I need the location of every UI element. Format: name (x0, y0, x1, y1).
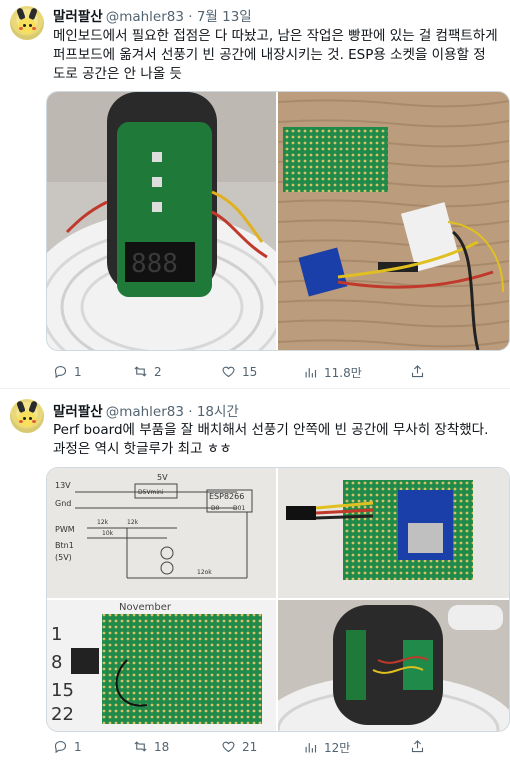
schematic-label-3: Btn1 (55, 541, 74, 550)
schematic-label-7: ESP8266 (209, 492, 244, 501)
calendar-number-1: 8 (51, 652, 62, 673)
schematic-drawing: 13V Gnd PWM Btn1 (5V) 5V D5Vmini ESP8266… (55, 473, 253, 579)
handle-and-time[interactable]: @mahler83 · 18시간 (106, 404, 239, 420)
like-count: 15 (242, 364, 258, 379)
photo-perfboard-esp-image (278, 468, 509, 598)
photo-breadboard-image (278, 92, 509, 350)
calendar-number-0: 1 (51, 624, 62, 645)
schematic-label-2: PWM (55, 525, 75, 534)
share-button[interactable] (410, 739, 425, 754)
tweet-text: Perf board에 부품을 잘 배치해서 선풍기 안쪽에 빈 공간에 무사히… (53, 422, 489, 457)
views-button[interactable]: 11.8만 (303, 364, 362, 381)
calendar-month: November (119, 602, 172, 613)
retweet-count: 2 (154, 364, 162, 379)
schematic-label-0: 13V (55, 481, 71, 490)
photo-breadboard[interactable] (278, 92, 509, 350)
photo-fan-mainboard[interactable]: 888 (47, 92, 276, 350)
schematic-label-13: 12ok (197, 569, 212, 576)
tweet-text: 메인보드에서 필요한 접점은 다 따놨고, 남은 작업은 빵판에 있는 걸 컴팩… (53, 28, 498, 82)
handle-and-time[interactable]: @mahler83 · 7월 13일 (106, 9, 252, 25)
photo-fan-mainboard-image: 888 (47, 92, 276, 350)
photo-installed-fan[interactable] (278, 600, 509, 731)
like-count: 21 (242, 739, 258, 754)
tweet-1[interactable]: 말러팔산 @mahler83 · 7월 13일 메인보드에서 필요한 접점은 다 … (0, 0, 510, 388)
display-name[interactable]: 말러팔산 (53, 9, 103, 25)
calendar-number-3: 22 (51, 704, 74, 725)
views-icon (305, 368, 317, 378)
like-button[interactable]: 15 (221, 364, 257, 379)
calendar-number-2: 15 (51, 680, 74, 701)
avatar[interactable] (10, 6, 44, 40)
views-button[interactable]: 12만 (303, 739, 350, 756)
media-grid[interactable]: 13V Gnd PWM Btn1 (5V) 5V D5Vmini ESP8266… (46, 467, 510, 732)
reply-count: 1 (74, 364, 82, 379)
schematic-label-5: 5V (157, 473, 168, 482)
schematic-label-11: 12k (127, 519, 139, 526)
schematic-label-10: 12k (97, 519, 109, 526)
tweet-actions: 1 2 15 11.8만 (53, 364, 493, 384)
like-button[interactable]: 21 (221, 739, 257, 754)
retweet-button[interactable]: 18 (133, 739, 169, 754)
views-count: 12만 (324, 741, 351, 755)
schematic-label-9: D01 (233, 505, 245, 512)
like-icon (222, 366, 235, 378)
tweet-2[interactable]: 말러팔산 @mahler83 · 18시간 Perf board에 부품을 잘 배… (0, 389, 510, 776)
schematic-label-6: D5Vmini (138, 489, 164, 496)
photo-perfboard-calendar[interactable]: November 1 8 15 22 (47, 600, 276, 731)
views-icon (305, 743, 317, 753)
media-grid[interactable]: 888 (46, 91, 510, 351)
display-name[interactable]: 말러팔산 (53, 404, 103, 420)
reply-icon (54, 740, 67, 754)
schematic-label-4: (5V) (55, 553, 72, 562)
photo-perfboard-esp[interactable] (278, 468, 509, 598)
reply-button[interactable]: 1 (53, 739, 82, 754)
share-button[interactable] (410, 364, 425, 379)
retweet-icon (134, 741, 147, 752)
svg-text:888: 888 (131, 249, 178, 279)
reply-icon (54, 365, 67, 379)
tweet-header: 말러팔산 @mahler83 · 7월 13일 (53, 5, 252, 25)
schematic-label-1: Gnd (55, 499, 71, 508)
share-icon (411, 740, 424, 753)
tweet-header: 말러팔산 @mahler83 · 18시간 (53, 400, 239, 420)
photo-perfboard-calendar-image: November 1 8 15 22 (51, 602, 262, 725)
share-icon (411, 365, 424, 378)
avatar[interactable] (10, 399, 44, 433)
retweet-count: 18 (154, 739, 170, 754)
photo-schematic[interactable]: 13V Gnd PWM Btn1 (5V) 5V D5Vmini ESP8266… (47, 468, 276, 598)
schematic-label-12: 10k (102, 530, 114, 537)
retweet-icon (134, 366, 147, 377)
retweet-button[interactable]: 2 (133, 364, 162, 379)
reply-count: 1 (74, 739, 82, 754)
views-count: 11.8만 (324, 366, 362, 380)
reply-button[interactable]: 1 (53, 364, 82, 379)
like-icon (222, 741, 235, 753)
photo-installed-fan-image (278, 600, 509, 731)
tweet-actions: 1 18 21 12만 (53, 739, 493, 759)
schematic-label-8: D0 (211, 505, 220, 512)
